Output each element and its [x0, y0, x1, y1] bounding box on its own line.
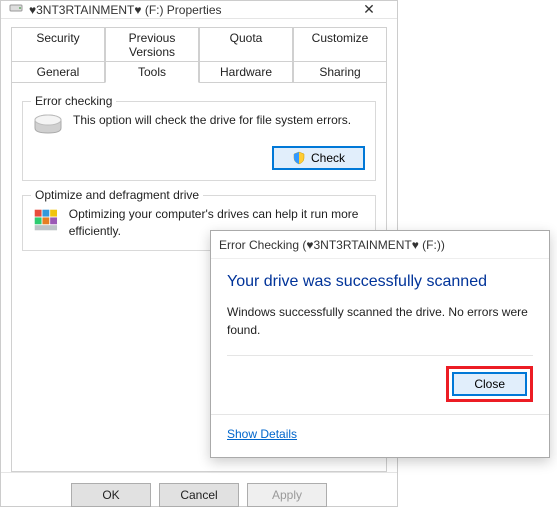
tab-row-1: Security Previous Versions Quota Customi… — [11, 27, 387, 61]
properties-title: ♥3NT3RTAINMENT♥ (F:) Properties — [29, 3, 349, 17]
error-checking-title: Error checking — [31, 94, 116, 108]
optimize-title: Optimize and defragment drive — [31, 188, 203, 202]
tab-tools[interactable]: Tools — [105, 61, 199, 83]
window-close-icon[interactable]: ✕ — [349, 1, 389, 18]
error-checking-group: Error checking This option will check th… — [22, 101, 376, 181]
bottom-button-row: OK Cancel Apply — [1, 472, 397, 517]
show-details-row: Show Details — [211, 414, 549, 457]
tab-previous-versions[interactable]: Previous Versions — [105, 27, 199, 62]
close-button[interactable]: Close — [452, 372, 527, 396]
error-dialog-heading: Your drive was successfully scanned — [227, 273, 533, 291]
check-button[interactable]: Check — [272, 146, 365, 170]
tab-customize[interactable]: Customize — [293, 27, 387, 62]
hard-drive-icon — [33, 112, 63, 138]
error-dialog-message: Windows successfully scanned the drive. … — [227, 303, 533, 339]
check-button-label: Check — [311, 151, 345, 165]
tab-general[interactable]: General — [11, 61, 105, 83]
error-checking-dialog: Error Checking (♥3NT3RTAINMENT♥ (F:)) Yo… — [210, 230, 550, 458]
drive-icon — [9, 1, 23, 18]
tab-quota[interactable]: Quota — [199, 27, 293, 62]
properties-titlebar: ♥3NT3RTAINMENT♥ (F:) Properties ✕ — [1, 1, 397, 19]
apply-button: Apply — [247, 483, 327, 507]
ok-button[interactable]: OK — [71, 483, 151, 507]
tab-security[interactable]: Security — [11, 27, 105, 62]
error-dialog-title: Error Checking (♥3NT3RTAINMENT♥ (F:)) — [211, 231, 549, 259]
close-button-highlight: Close — [446, 366, 533, 402]
error-checking-text: This option will check the drive for fil… — [73, 112, 351, 129]
shield-icon — [292, 151, 306, 165]
show-details-link[interactable]: Show Details — [227, 427, 297, 441]
tab-row-2: General Tools Hardware Sharing — [11, 61, 387, 83]
cancel-button[interactable]: Cancel — [159, 483, 239, 507]
tab-hardware[interactable]: Hardware — [199, 61, 293, 83]
tab-sharing[interactable]: Sharing — [293, 61, 387, 83]
defrag-icon — [33, 206, 59, 234]
